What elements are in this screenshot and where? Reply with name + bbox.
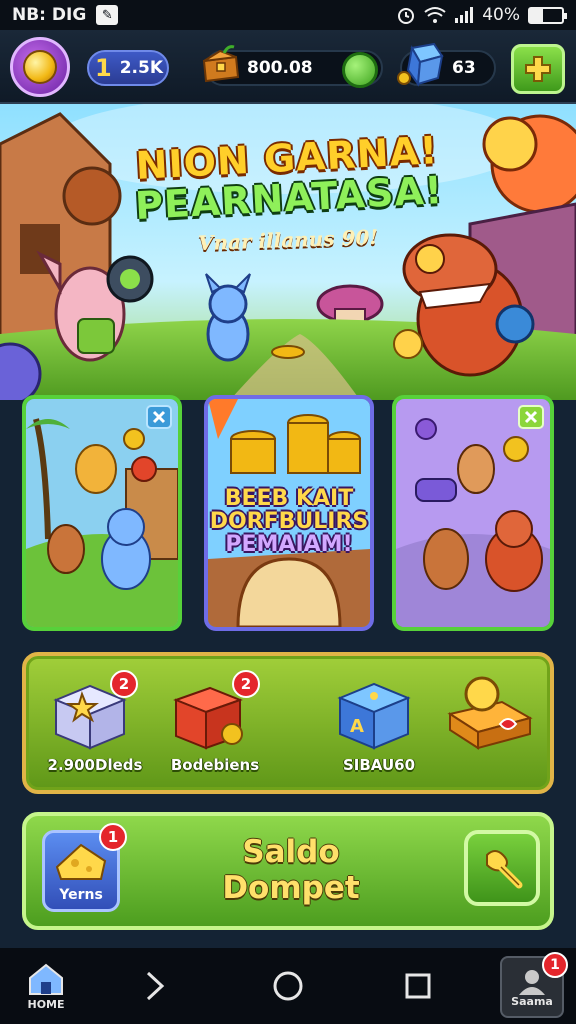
item-dice-cube-label: SIBAU60: [342, 756, 416, 774]
wallet-yerns-label: Yerns: [59, 887, 103, 903]
wifi-icon: [424, 7, 446, 23]
hammer-icon: [486, 850, 523, 889]
gem-value: 63: [452, 58, 476, 78]
item-gift-box[interactable]: 2 Bodebiens: [160, 670, 270, 784]
item-star-box-badge: 2: [110, 670, 138, 698]
svg-text:A: A: [350, 716, 364, 737]
alarm-icon: [398, 8, 415, 24]
items-panel: 2 2.900Dleds 2 Bodebiens A SIBAU60: [22, 652, 554, 794]
back-icon: [146, 971, 165, 1001]
wallet-yerns-button[interactable]: Yerns 1: [42, 823, 127, 912]
dice-cube-icon: A: [337, 682, 411, 750]
game-screen: NB: DIG ✎ 40% 1 2.5K 800.08 63 NION GARN…: [0, 0, 576, 1024]
feature-card-right[interactable]: [392, 395, 554, 631]
bottom-nav-bar: HOME Saama 1: [0, 948, 576, 1024]
wallet-title: Saldo Dompet: [222, 834, 360, 906]
resource-bar: 1 2.5K 800.08 63: [0, 30, 576, 104]
level-pill[interactable]: 1 2.5K: [87, 50, 169, 86]
wallet-yerns-badge: 1: [99, 823, 127, 851]
battery-fill: [530, 8, 543, 22]
card-center-title: BEEB KAIT DORFBULIRS PEMAIAM!: [208, 487, 370, 556]
item-star-box-label: 2.900Dleds: [47, 756, 143, 774]
status-left-text: NB: DIG: [12, 5, 87, 25]
wallet-panel[interactable]: Yerns 1 Saldo Dompet: [22, 812, 554, 930]
item-golden-key[interactable]: [438, 672, 548, 784]
golden-key-icon: [447, 676, 533, 750]
item-star-box[interactable]: 2 2.900Dleds: [40, 670, 150, 784]
status-left: NB: DIG ✎: [12, 5, 119, 25]
recent-apps-icon: [405, 973, 431, 999]
chest-value: 800.08: [247, 58, 313, 78]
player-avatar[interactable]: [10, 37, 70, 97]
card-center-line1: BEEB KAIT: [224, 486, 354, 511]
hero-banner: NION GARNA! PEARNATASA! Vnar illanus 90!: [0, 104, 576, 400]
add-currency-button[interactable]: [511, 44, 565, 94]
battery-icon: [528, 6, 567, 24]
coin-icon: [23, 50, 57, 84]
status-bar: NB: DIG ✎ 40%: [0, 0, 576, 30]
status-right: 40%: [396, 5, 567, 25]
nav-back-button[interactable]: [130, 948, 182, 1024]
feature-card-center[interactable]: BEEB KAIT DORFBULIRS PEMAIAM!: [204, 395, 374, 631]
card-left-close-button[interactable]: [146, 405, 172, 429]
close-icon: [524, 410, 538, 424]
chest-icon: [202, 45, 240, 83]
item-gift-box-badge: 2: [232, 670, 260, 698]
card-right-art: [396, 399, 550, 627]
nav-profile-badge: 1: [542, 952, 568, 978]
home-icon: [29, 963, 63, 995]
item-gift-box-label: Bodebiens: [170, 756, 260, 774]
nav-profile-label: Saama: [511, 994, 553, 1008]
notification-icon: ✎: [96, 5, 119, 25]
level-value: 2.5K: [119, 58, 163, 78]
dice-icon: [397, 42, 444, 87]
card-right-close-button[interactable]: [518, 405, 544, 429]
nav-recent-apps-button[interactable]: [392, 948, 444, 1024]
circle-home-icon: [273, 971, 303, 1001]
nav-profile-button[interactable]: Saama 1: [500, 952, 568, 1018]
item-dice-cube[interactable]: A SIBAU60: [324, 672, 434, 784]
close-icon: [152, 410, 166, 424]
nav-home-button[interactable]: HOME: [18, 948, 74, 1024]
card-center-line2: DORFBULIRS: [209, 509, 369, 534]
wallet-action-button[interactable]: [464, 830, 540, 906]
plus-icon: [525, 56, 551, 82]
nav-home-label: HOME: [27, 997, 65, 1011]
feature-card-left[interactable]: [22, 395, 182, 631]
gem-icon: [342, 52, 378, 88]
card-center-line3: PEMAIAM!: [225, 532, 353, 557]
card-left-art: [26, 399, 178, 627]
level-number: 1: [95, 54, 112, 82]
signal-icon: [455, 7, 474, 23]
nav-home-circle-button[interactable]: [262, 948, 314, 1024]
battery-text: 40%: [482, 5, 520, 25]
